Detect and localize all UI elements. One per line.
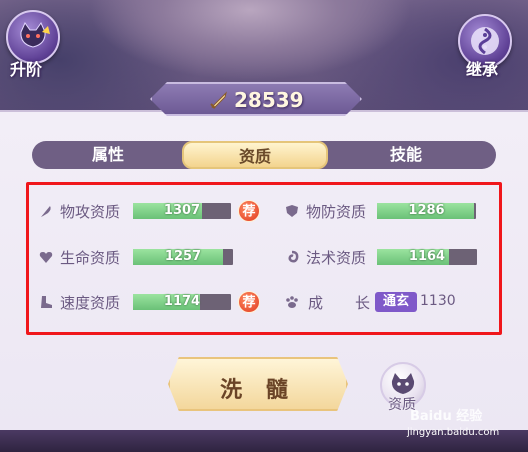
magic-label: 法术资质 [306,249,367,267]
tab-attributes[interactable]: 属性 [48,141,168,169]
hp-bar: 1257 [133,249,233,265]
cat-mask-icon [20,21,50,48]
magic-bar: 1164 [377,249,477,265]
growth-value: 1130 [420,293,456,309]
wash-marrow-label[interactable]: 洗 髓 [168,372,348,404]
speed-label: 速度资质 [60,294,121,312]
phys-atk-bar: 1307 [133,203,231,219]
inherit-label: 继承 [466,60,499,79]
recommend-badge-phys-atk[interactable]: 荐 [238,200,260,222]
heart-icon [39,252,53,263]
magic-value: 1164 [408,249,446,264]
combat-power-value: 28539 [234,88,304,112]
phys-def-label: 物防资质 [306,203,367,221]
shield-icon [286,205,298,217]
speed-value: 1174 [163,294,201,309]
tab-skills[interactable]: 技能 [346,141,466,169]
growth-tier-badge: 通玄 [375,292,417,312]
phys-def-value: 1286 [408,203,445,218]
boot-icon [41,296,52,308]
growth-label-a: 成 [308,294,324,312]
growth-label-b: 长 [355,294,371,312]
phys-atk-label: 物攻资质 [60,203,121,221]
phys-def-bar: 1286 [377,203,476,219]
hp-label: 生命资质 [60,249,121,267]
feather-icon [41,206,51,217]
hp-value: 1257 [164,249,202,264]
speed-bar: 1174 [133,294,231,310]
recommend-badge-speed[interactable]: 荐 [238,291,260,313]
swirl-icon [288,250,299,263]
phys-atk-value: 1307 [163,203,201,218]
watermark-url: jingyan.baidu.com [407,427,500,438]
tab-aptitude[interactable]: 资质 [182,141,328,169]
upgrade-label: 升阶 [10,60,43,79]
watermark-brand: Baidu 经验 [410,409,483,424]
sword-icon [210,91,227,109]
paw-icon [286,296,298,308]
